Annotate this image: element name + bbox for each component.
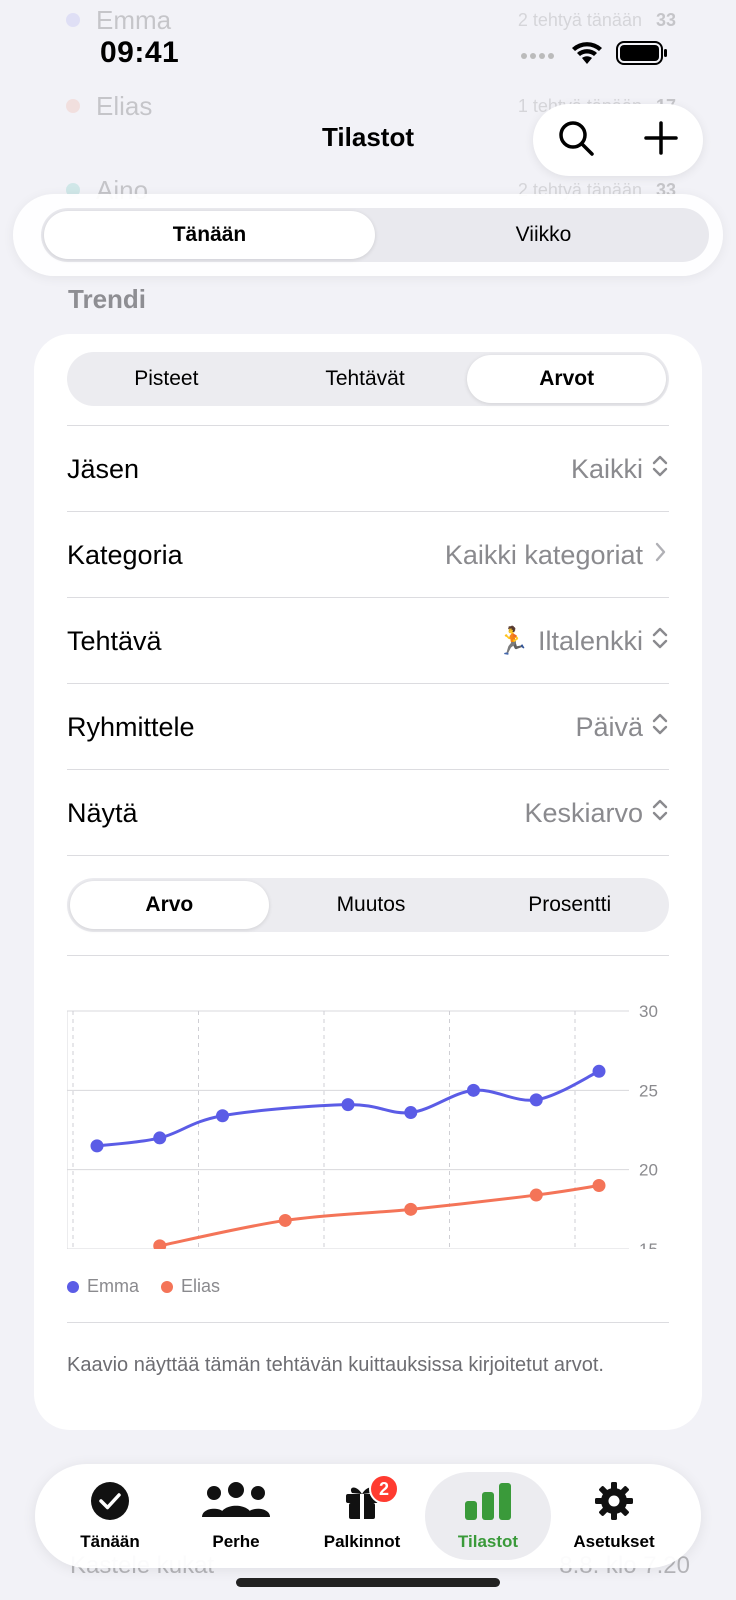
data-point-elias	[404, 1202, 418, 1216]
filter-row-group[interactable]: Ryhmittele Päivä	[67, 684, 669, 770]
trend-line-chart: 1520253030.7.1.8.3.8.5.8.7.8.	[67, 1002, 658, 1249]
tab-label: Tilastot	[457, 1531, 519, 1551]
up-down-chevron-icon	[651, 797, 669, 830]
gear-icon	[594, 1481, 634, 1526]
metric-segmented-control: Pisteet Tehtävät Arvot	[67, 352, 669, 406]
data-point-elias	[278, 1213, 292, 1227]
data-point-emma	[153, 1131, 167, 1145]
battery-icon	[616, 40, 668, 71]
value-tab-value[interactable]: Arvo	[70, 881, 269, 929]
cellular-signal-icon	[520, 46, 558, 65]
y-tick-label: 30	[639, 1002, 658, 1021]
value-tab-change[interactable]: Muutos	[272, 878, 471, 932]
filter-row-task[interactable]: Tehtävä 🏃 Iltalenkki	[67, 598, 669, 684]
up-down-chevron-icon	[651, 625, 669, 658]
data-point-emma	[90, 1139, 104, 1153]
search-button[interactable]	[546, 110, 606, 170]
nav-actions	[533, 104, 703, 176]
filter-label: Kategoria	[67, 539, 183, 570]
people-icon	[200, 1481, 272, 1526]
data-point-emma	[467, 1083, 480, 1097]
tab-label: Tänään	[80, 1531, 140, 1551]
legend-label: Emma	[87, 1276, 140, 1296]
wifi-icon	[570, 40, 604, 71]
section-title: Trendi	[68, 284, 147, 314]
y-tick-label: 25	[639, 1081, 658, 1100]
checkmark-circle-icon	[90, 1481, 130, 1526]
period-tab-today[interactable]: Tänään	[44, 211, 375, 259]
filter-label: Näytä	[67, 797, 138, 828]
trend-card: Pisteet Tehtävät Arvot Jäsen Kaikki Kate…	[34, 334, 702, 1430]
period-segmented-control: Tänään Viikko	[41, 208, 709, 262]
period-selector: Tänään Viikko	[13, 194, 723, 276]
data-point-elias	[592, 1179, 606, 1193]
filter-value: Kaikki	[570, 453, 643, 484]
status-bar: 09:41	[0, 0, 736, 100]
data-point-emma	[216, 1109, 229, 1123]
filter-row-member[interactable]: Jäsen Kaikki	[67, 426, 669, 512]
metric-tab-values[interactable]: Arvot	[467, 355, 667, 403]
data-point-emma	[404, 1106, 418, 1120]
chevron-right-icon	[651, 539, 669, 572]
status-time: 09:41	[100, 36, 180, 69]
chart-footnote: Kaavio näyttää tämän tehtävän kuittauksi…	[67, 1354, 604, 1376]
period-tab-week[interactable]: Viikko	[378, 208, 709, 262]
add-button[interactable]	[631, 110, 691, 170]
filter-value: Keskiarvo	[524, 797, 643, 828]
legend-item: Elias	[161, 1276, 220, 1297]
up-down-chevron-icon	[651, 453, 669, 486]
data-point-elias	[529, 1188, 543, 1202]
tab-label: Palkinnot	[323, 1531, 401, 1551]
data-point-emma	[592, 1064, 606, 1078]
tab-settings[interactable]: Asetukset	[551, 1472, 677, 1560]
chart-legend: Emma Elias	[67, 1276, 220, 1297]
notification-badge: 2	[369, 1474, 399, 1504]
y-tick-label: 20	[639, 1161, 658, 1180]
filter-label: Jäsen	[67, 453, 140, 484]
tab-family[interactable]: Perhe	[173, 1472, 299, 1560]
divider	[67, 1322, 669, 1323]
bar-chart-icon	[463, 1481, 513, 1526]
filter-label: Ryhmittele	[67, 711, 195, 742]
filter-value: Kaikki kategoriat	[444, 539, 643, 570]
plus-icon	[643, 120, 678, 160]
filter-row-show[interactable]: Näytä Keskiarvo	[67, 770, 669, 856]
y-tick-label: 15	[639, 1240, 658, 1249]
value-mode-segmented-control: Arvo Muutos Prosentti	[67, 878, 669, 932]
legend-swatch	[161, 1280, 174, 1293]
home-indicator	[236, 1578, 500, 1587]
metric-tab-tasks[interactable]: Tehtävät	[266, 352, 465, 406]
data-point-emma	[341, 1098, 355, 1112]
task-emoji-icon: 🏃	[496, 626, 530, 656]
tab-rewards[interactable]: Palkinnot 2	[299, 1472, 425, 1560]
tab-label: Asetukset	[573, 1531, 655, 1551]
legend-item: Emma	[67, 1276, 139, 1297]
filter-value: Iltalenkki	[537, 625, 643, 656]
data-point-emma	[529, 1093, 543, 1107]
up-down-chevron-icon	[651, 711, 669, 744]
status-icons	[520, 40, 668, 71]
tab-today[interactable]: Tänään	[47, 1472, 173, 1560]
member-color-dot	[66, 99, 80, 113]
tab-statistics[interactable]: Tilastot	[425, 1472, 551, 1560]
legend-swatch	[67, 1280, 79, 1293]
filter-row-category[interactable]: Kategoria Kaikki kategoriat	[67, 512, 669, 598]
value-tab-percent[interactable]: Prosentti	[470, 878, 669, 932]
divider	[67, 855, 669, 856]
legend-label: Elias	[181, 1276, 221, 1296]
filter-label: Tehtävä	[67, 625, 162, 656]
tab-label: Perhe	[212, 1531, 260, 1551]
tab-bar: Tänään Perhe Palkinnot 2 Tilastot Asetuk…	[35, 1464, 701, 1568]
filter-value: Päivä	[575, 711, 643, 742]
metric-tab-points[interactable]: Pisteet	[67, 352, 266, 406]
data-point-elias	[153, 1239, 167, 1249]
search-icon	[557, 119, 595, 162]
divider	[67, 955, 669, 956]
